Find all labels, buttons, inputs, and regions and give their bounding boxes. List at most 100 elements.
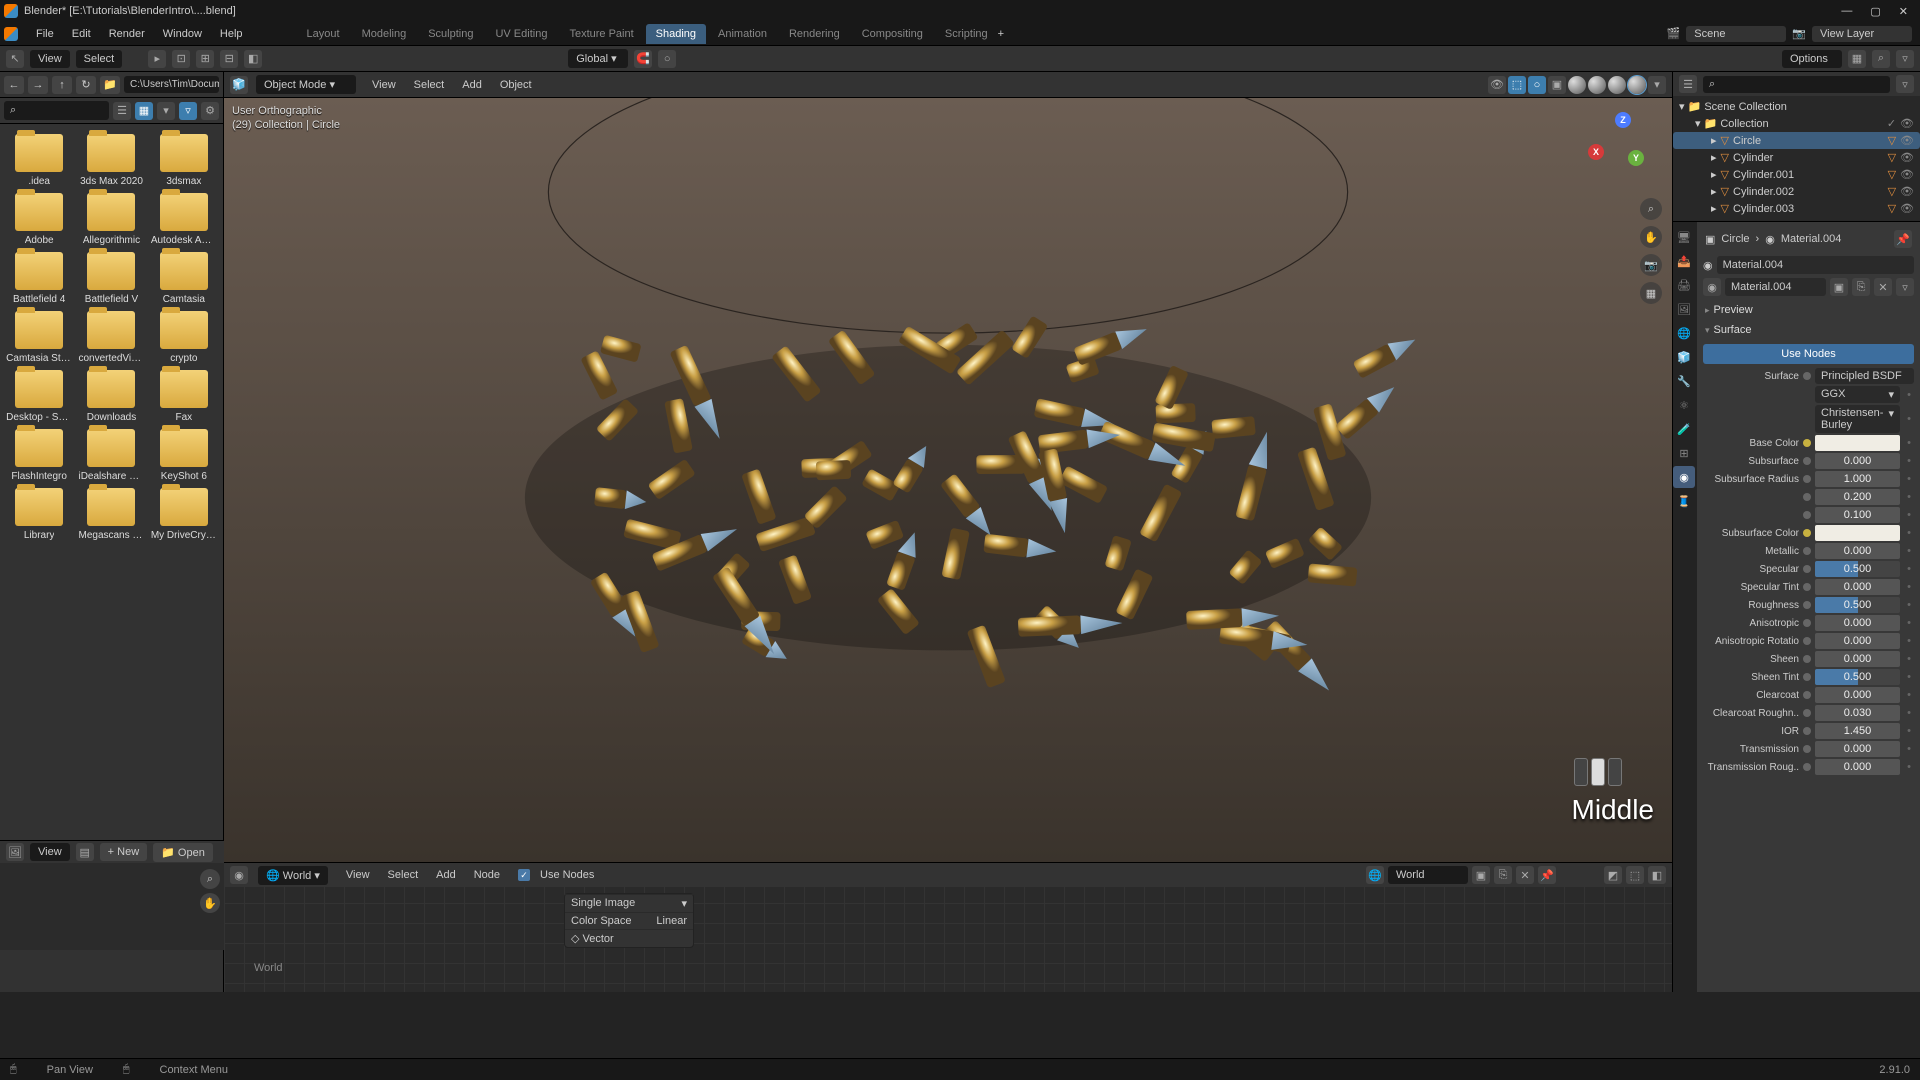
tab-scripting[interactable]: Scripting — [935, 24, 998, 44]
folder-item[interactable]: 3dsmax — [149, 134, 219, 187]
outliner-search[interactable]: ⌕ — [1703, 76, 1890, 93]
shading-wire-icon[interactable] — [1568, 76, 1586, 94]
orientation-dropdown[interactable]: Global ▾ — [568, 49, 628, 68]
transform-icon-3[interactable]: ⊟ — [220, 50, 238, 68]
img-browse-icon[interactable]: ▤ — [76, 843, 94, 861]
socket-dot[interactable] — [1803, 619, 1811, 627]
prop-menu-icon[interactable]: • — [1904, 635, 1914, 647]
menu-window[interactable]: Window — [155, 24, 210, 44]
mesh-data-icon[interactable]: ▽ — [1888, 134, 1896, 147]
ne-menu-node[interactable]: Node — [466, 866, 508, 884]
shading-options-icon[interactable]: ▾ — [1648, 76, 1666, 94]
img-open-button[interactable]: 📁 Open — [153, 843, 213, 862]
transform-icon-1[interactable]: ⊡ — [172, 50, 190, 68]
prop-menu-icon[interactable]: • — [1904, 617, 1914, 629]
folder-item[interactable]: convertedVid... — [76, 311, 146, 364]
vp-menu-select[interactable]: Select — [406, 76, 453, 94]
property-tab-2[interactable]: 🖨 — [1673, 274, 1695, 296]
world-slot-icon[interactable]: 🌐 — [1366, 866, 1384, 884]
camera-tool-icon[interactable]: 📷 — [1640, 254, 1662, 276]
prop-menu-icon[interactable]: • — [1904, 563, 1914, 575]
socket-dot[interactable] — [1803, 583, 1811, 591]
maximize-button[interactable]: ▢ — [1870, 5, 1880, 18]
overlay-toggle-icon[interactable]: ○ — [1528, 76, 1546, 94]
vp-menu-view[interactable]: View — [364, 76, 404, 94]
ne-menu-view[interactable]: View — [338, 866, 378, 884]
outliner-collection[interactable]: ▾ 📁 Collection✓👁 — [1673, 115, 1920, 132]
nav-up-button[interactable]: ↑ — [52, 76, 72, 94]
folder-item[interactable]: FlashIntegro — [4, 429, 74, 482]
ne-tool2-icon[interactable]: ⬚ — [1626, 866, 1644, 884]
img-pan-icon[interactable]: ✋ — [200, 893, 220, 913]
ne-tool3-icon[interactable]: ◧ — [1648, 866, 1666, 884]
folder-item[interactable]: iDealshare Vi... — [76, 429, 146, 482]
folder-item[interactable]: Adobe — [4, 193, 74, 246]
ne-menu-select[interactable]: Select — [380, 866, 427, 884]
property-tab-4[interactable]: 🌐 — [1673, 322, 1695, 344]
vp-menu-add[interactable]: Add — [454, 76, 490, 94]
crumb-pin-icon[interactable]: 📌 — [1894, 230, 1912, 248]
viewlayer-field[interactable]: View Layer — [1812, 26, 1912, 42]
prop-menu-icon[interactable]: • — [1904, 437, 1914, 449]
shading-matprev-icon[interactable] — [1608, 76, 1626, 94]
menu-edit[interactable]: Edit — [64, 24, 99, 44]
folder-item[interactable]: KeyShot 6 — [149, 429, 219, 482]
value-slider[interactable]: 0.000 — [1815, 633, 1900, 649]
transform-icon-2[interactable]: ⊞ — [196, 50, 214, 68]
crumb-mat[interactable]: Material.004 — [1781, 233, 1842, 245]
socket-dot[interactable] — [1803, 727, 1811, 735]
node-row-single-image[interactable]: Single Image — [571, 897, 635, 910]
pan-tool-icon[interactable]: ✋ — [1640, 226, 1662, 248]
folder-item[interactable]: My DriveCryp... — [149, 488, 219, 541]
property-tab-0[interactable]: 🖥 — [1673, 226, 1695, 248]
prop-menu-icon[interactable]: • — [1904, 599, 1914, 611]
folder-item[interactable]: Battlefield 4 — [4, 252, 74, 305]
axis-z[interactable]: Z — [1615, 112, 1631, 128]
outliner-item[interactable]: ▸ ▽ Cylinder.001▽👁 — [1673, 166, 1920, 183]
axis-y[interactable]: Y — [1628, 150, 1644, 166]
slot-pin-icon[interactable]: 📌 — [1538, 866, 1556, 884]
color-swatch[interactable] — [1815, 525, 1900, 541]
material-name-input[interactable]: Material.004 — [1717, 256, 1914, 274]
close-button[interactable]: ✕ — [1899, 5, 1908, 18]
path-field[interactable]: C:\Users\Tim\Docume... — [124, 76, 219, 93]
folder-item[interactable]: Downloads — [76, 370, 146, 423]
img-zoom-icon[interactable]: ⌕ — [200, 869, 220, 889]
tab-animation[interactable]: Animation — [708, 24, 777, 44]
tab-sculpting[interactable]: Sculpting — [418, 24, 483, 44]
select-menu[interactable]: Select — [76, 50, 123, 68]
zoom-tool-icon[interactable]: ⌕ — [1640, 198, 1662, 220]
value-slider[interactable]: 0.000 — [1815, 759, 1900, 775]
menu-render[interactable]: Render — [101, 24, 153, 44]
mat-nodes-icon[interactable]: ▿ — [1896, 278, 1914, 296]
tab-compositing[interactable]: Compositing — [852, 24, 933, 44]
image-editor-type-icon[interactable]: 🖼 — [6, 843, 24, 861]
value-slider[interactable]: 0.000 — [1815, 453, 1900, 469]
select-vis-icon[interactable]: 👁 — [1488, 76, 1506, 94]
prop-menu-icon[interactable]: • — [1904, 509, 1914, 521]
socket-dot[interactable] — [1803, 511, 1811, 519]
world-slot-field[interactable]: World — [1388, 866, 1468, 884]
gizmo-toggle-icon[interactable]: ⬚ — [1508, 76, 1526, 94]
prop-menu-icon[interactable]: • — [1904, 725, 1914, 737]
display-list-icon[interactable]: ☰ — [113, 102, 131, 120]
img-new-button[interactable]: + New — [100, 843, 148, 861]
prop-menu-icon[interactable]: • — [1904, 413, 1914, 425]
prop-menu-icon[interactable]: • — [1904, 389, 1914, 401]
node-row-colorspace-value[interactable]: Linear — [656, 915, 687, 927]
socket-dot[interactable] — [1803, 457, 1811, 465]
node-world-dropdown[interactable]: 🌐 World ▾ — [258, 866, 328, 885]
mode-dropdown[interactable]: Object Mode ▾ — [256, 75, 356, 94]
folder-item[interactable]: Camtasia — [149, 252, 219, 305]
node-editor-type-icon[interactable]: ◉ — [230, 866, 248, 884]
play-icon[interactable]: ▸ — [148, 50, 166, 68]
nav-folder-button[interactable]: 📁 — [100, 76, 120, 94]
socket-dot[interactable] — [1803, 529, 1811, 537]
value-slider[interactable]: 0.000 — [1815, 687, 1900, 703]
folder-item[interactable]: .idea — [4, 134, 74, 187]
value-slider[interactable]: 1.000 — [1815, 471, 1900, 487]
viewport-type-icon[interactable]: 🧊 — [230, 76, 248, 94]
tab-uv-editing[interactable]: UV Editing — [485, 24, 557, 44]
node-row-vector[interactable]: Vector — [583, 933, 614, 945]
mat-browse-icon[interactable]: ◉ — [1703, 278, 1721, 296]
